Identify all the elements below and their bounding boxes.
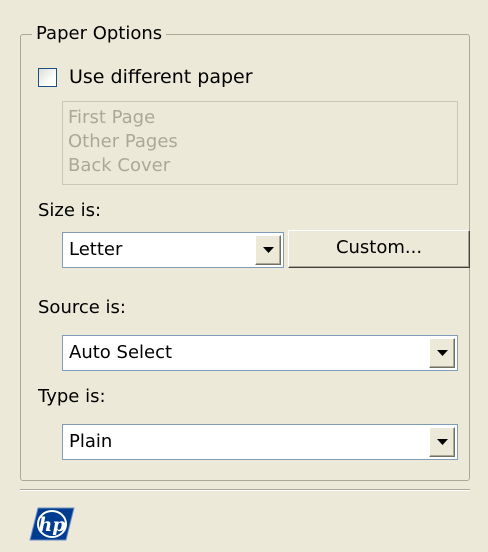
paper-options-title: Paper Options (32, 22, 167, 46)
source-select[interactable]: Auto Select (62, 335, 458, 371)
custom-size-button[interactable]: Custom... (288, 230, 470, 268)
source-label: Source is: (38, 297, 126, 318)
size-label: Size is: (38, 200, 102, 221)
list-item: Back Cover (68, 155, 171, 176)
size-select[interactable]: Letter (62, 232, 284, 268)
type-label: Type is: (38, 386, 106, 407)
list-item: First Page (68, 107, 156, 128)
size-select-value: Letter (69, 239, 123, 260)
chevron-down-icon (262, 246, 274, 253)
type-dropdown-button[interactable] (429, 427, 455, 457)
use-different-paper-checkbox-row[interactable]: Use different paper (38, 64, 253, 90)
chevron-down-icon (436, 438, 448, 445)
hp-logo-icon: hp (29, 507, 75, 541)
chevron-down-icon (436, 349, 448, 356)
page-selection-list: First Page Other Pages Back Cover (62, 101, 458, 185)
use-different-paper-checkbox[interactable] (38, 67, 57, 87)
list-item: Other Pages (68, 131, 178, 152)
size-dropdown-button[interactable] (255, 235, 281, 265)
type-select[interactable]: Plain (62, 424, 458, 460)
source-select-value: Auto Select (69, 342, 173, 363)
type-select-value: Plain (69, 431, 113, 452)
bottom-separator (20, 489, 470, 491)
source-dropdown-button[interactable] (429, 338, 455, 368)
hp-logo-text: hp (38, 514, 66, 536)
use-different-paper-label[interactable]: Use different paper (69, 65, 253, 89)
